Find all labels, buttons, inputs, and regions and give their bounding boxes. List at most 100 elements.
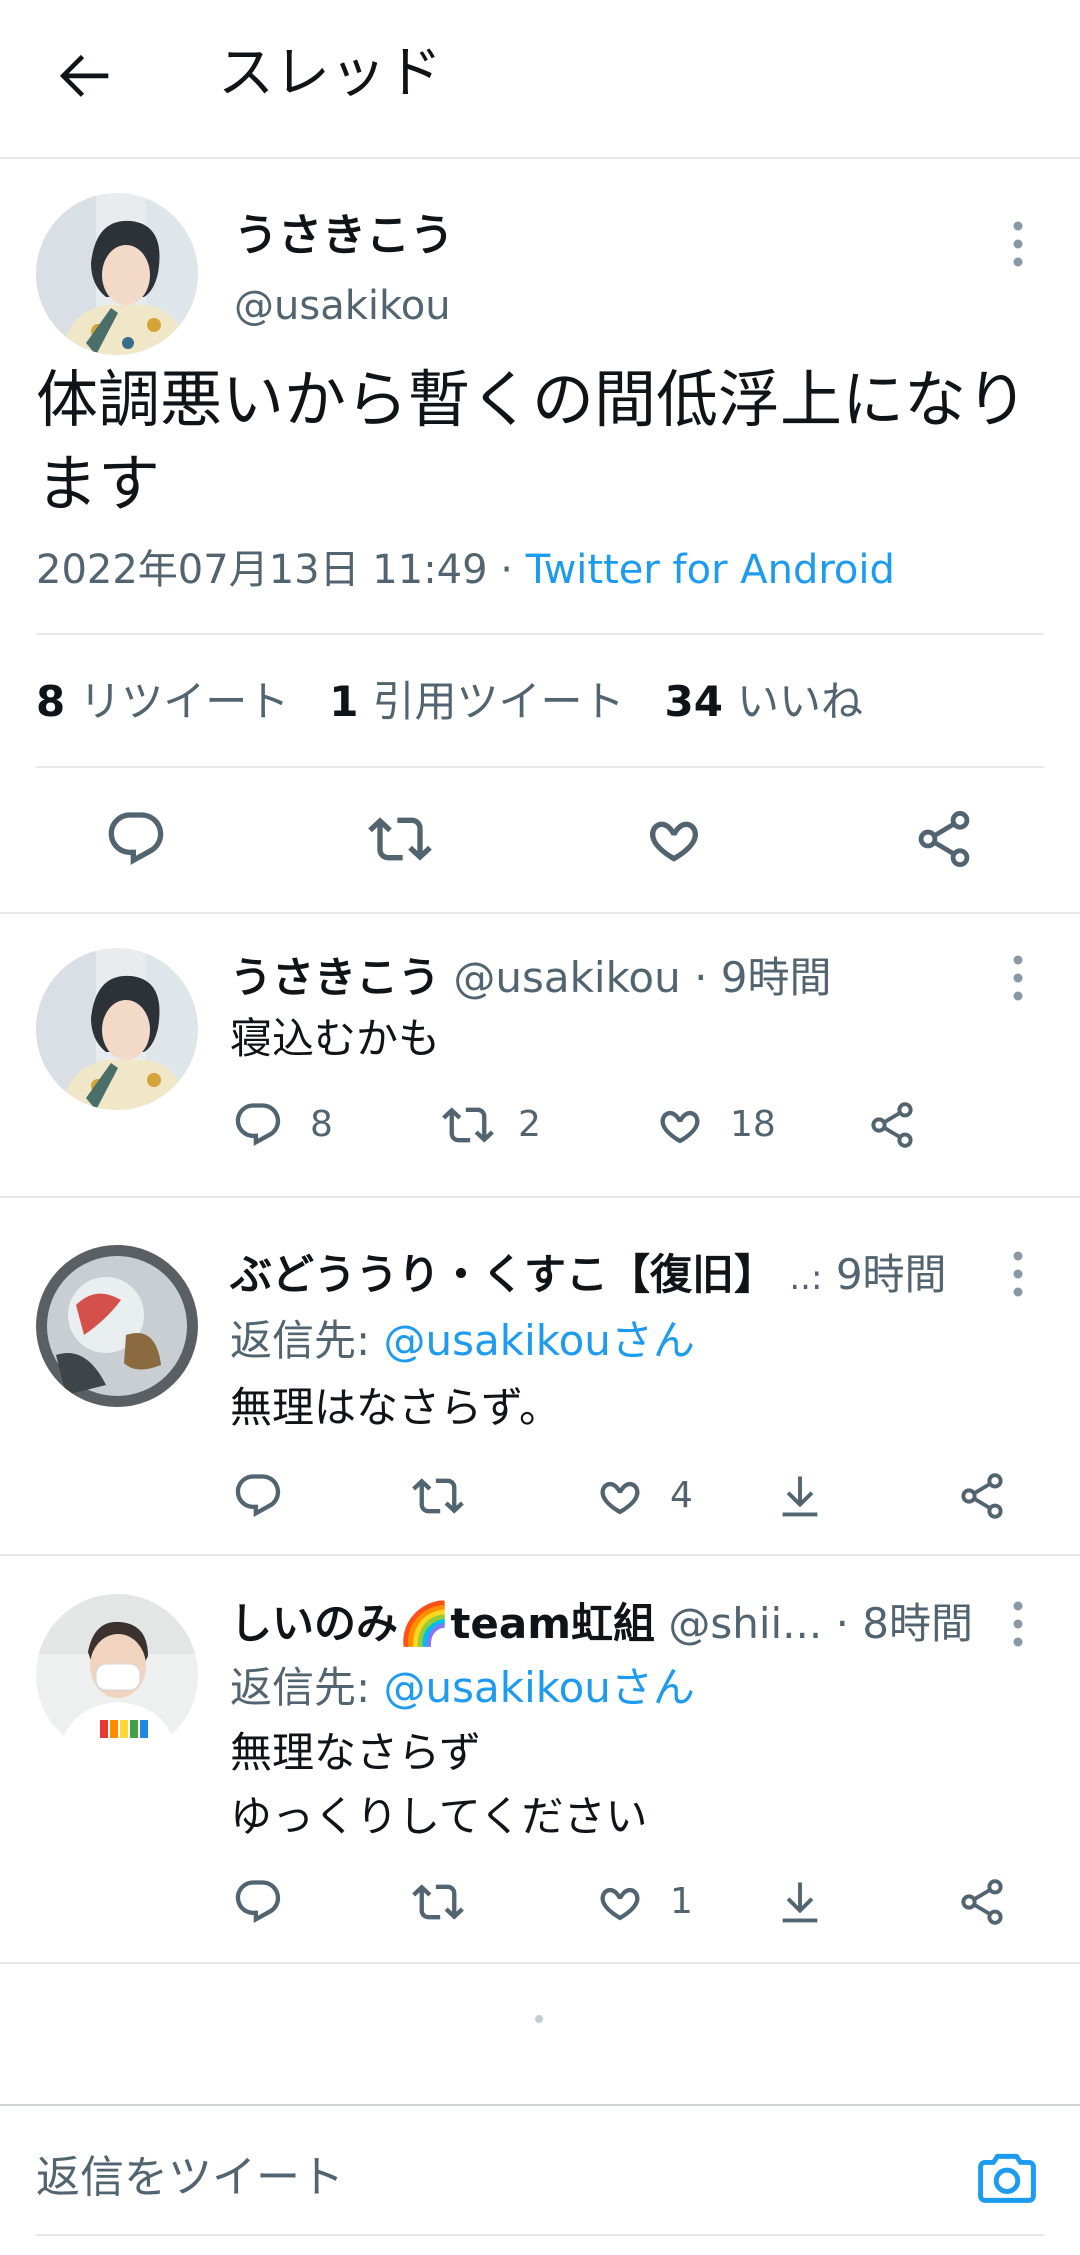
reply-header: ぶどううり・くすこ【復旧】 ..: 9時間	[230, 1245, 990, 1308]
reply-to-label: 返信先:	[230, 1663, 371, 1712]
stats-divider	[36, 766, 1044, 768]
avatar[interactable]	[36, 1594, 198, 1756]
heart-icon	[650, 821, 698, 862]
retweet-button[interactable]	[368, 807, 432, 871]
reply-text: 無理はなさらず。	[230, 1383, 561, 1432]
retweets-stat[interactable]: 8 リツイート	[36, 677, 329, 726]
reply-time[interactable]: · 8時間	[836, 1599, 973, 1648]
heart-icon	[600, 1887, 640, 1921]
share-icon	[918, 811, 970, 867]
reply-button[interactable]	[232, 1470, 284, 1522]
profile-photo	[36, 1594, 198, 1756]
like-button[interactable]	[594, 1876, 646, 1928]
camera-button[interactable]	[974, 2144, 1040, 2210]
download-button[interactable]	[774, 1876, 826, 1928]
author-name-text: しいのみ	[230, 1599, 399, 1648]
reply-to: 返信先: @usakikouさん	[230, 1658, 695, 1718]
camera-icon	[978, 2153, 1036, 2203]
stat-label: 引用ツイート	[372, 677, 625, 726]
more-options-button[interactable]	[998, 216, 1038, 272]
tweet-stats: 8 リツイート 1 引用ツイート 34 いいね	[36, 672, 903, 732]
retweet-button[interactable]	[412, 1876, 464, 1928]
retweet-icon	[412, 1884, 464, 1920]
retweet-button[interactable]	[442, 1099, 494, 1151]
stat-count: 34	[664, 677, 723, 726]
composer-underline	[36, 2234, 1044, 2236]
tweet-meta: 2022年07月13日 11:49 · Twitter for Android	[36, 540, 895, 600]
more-vertical-icon	[1013, 1251, 1023, 1297]
reply-time[interactable]: 9時間	[836, 1250, 947, 1299]
share-icon	[871, 1102, 913, 1148]
more-vertical-icon	[1013, 955, 1023, 1001]
author-name[interactable]: ぶどううり・くすこ【復旧】	[230, 1250, 776, 1299]
reply-divider	[0, 1962, 1080, 1964]
stat-count: 8	[36, 677, 66, 726]
arrow-left-icon	[59, 54, 109, 97]
profile-photo	[36, 193, 198, 355]
share-button[interactable]	[912, 807, 976, 871]
main-tweet-divider	[0, 912, 1080, 914]
retweet-count: 2	[518, 1104, 541, 1145]
share-button[interactable]	[866, 1099, 918, 1151]
reply-to-user-link[interactable]: @usakikouさん	[384, 1316, 695, 1365]
avatar[interactable]	[36, 948, 198, 1110]
reply-button[interactable]	[104, 807, 168, 871]
likes-stat[interactable]: 34 いいね	[665, 677, 903, 726]
tweet-text: 体調悪いから暫くの間低浮上になります	[36, 363, 1029, 520]
download-icon	[782, 1882, 818, 1923]
author-handle[interactable]: @usakikou	[234, 278, 451, 334]
reply-icon	[235, 1880, 281, 1923]
page-title: スレッド	[218, 41, 442, 106]
author-name[interactable]: しいのみ🌈team虹組	[230, 1599, 655, 1648]
share-icon	[961, 1473, 1003, 1519]
retweet-button[interactable]	[412, 1470, 464, 1522]
more-options-button[interactable]	[998, 1246, 1038, 1302]
more-options-button[interactable]	[998, 950, 1038, 1006]
retweet-icon	[412, 1478, 464, 1514]
stat-label: いいね	[736, 677, 863, 726]
more-options-button[interactable]	[998, 1596, 1038, 1652]
author-handle[interactable]: @shii...	[668, 1599, 822, 1648]
reply-count: 8	[310, 1104, 333, 1145]
rainbow-emoji: 🌈	[398, 1599, 451, 1648]
reply-divider	[0, 1196, 1080, 1198]
avatar[interactable]	[36, 193, 198, 355]
reply-icon	[235, 1103, 281, 1146]
reply-button[interactable]	[232, 1099, 284, 1151]
loading-indicator	[535, 2015, 543, 2023]
reply-text-line: ゆっくりしてください	[230, 1792, 648, 1841]
download-button[interactable]	[774, 1470, 826, 1522]
like-button[interactable]	[654, 1099, 706, 1151]
reply-to-user-link[interactable]: @usakikouさん	[384, 1663, 695, 1712]
reply-header: しいのみ🌈team虹組 @shii... · 8時間	[230, 1594, 990, 1654]
author-handle[interactable]: @usakikou	[453, 953, 680, 1002]
composer-divider	[0, 2104, 1080, 2106]
heart-icon	[660, 1110, 700, 1144]
like-count: 1	[670, 1881, 693, 1922]
avatar[interactable]	[36, 1245, 198, 1407]
quote-tweets-stat[interactable]: 1 引用ツイート	[329, 677, 664, 726]
share-button[interactable]	[956, 1876, 1008, 1928]
reply-icon	[108, 812, 164, 865]
author-name[interactable]: うさきこう	[230, 953, 440, 1002]
meta-divider	[36, 633, 1044, 635]
author-name[interactable]: うさきこう	[234, 206, 454, 266]
back-button[interactable]	[50, 40, 120, 110]
retweet-icon	[368, 817, 432, 861]
tweet-source-link[interactable]: Twitter for Android	[526, 547, 895, 593]
reply-icon	[235, 1474, 281, 1517]
like-button[interactable]	[642, 807, 706, 871]
like-button[interactable]	[594, 1470, 646, 1522]
reply-composer-input[interactable]: 返信をツイート	[36, 2148, 344, 2208]
profile-photo	[36, 948, 198, 1110]
author-handle[interactable]: ..:	[789, 1258, 822, 1298]
reply-to: 返信先: @usakikouさん	[230, 1311, 695, 1371]
top-bar: スレッド	[0, 0, 1080, 157]
tweet-timestamp[interactable]: 2022年07月13日 11:49	[36, 547, 488, 593]
profile-photo	[36, 1245, 198, 1407]
reply-button[interactable]	[232, 1876, 284, 1928]
retweet-icon	[442, 1107, 494, 1143]
reply-time[interactable]: · 9時間	[694, 953, 831, 1002]
stat-label: リツイート	[79, 677, 290, 726]
share-button[interactable]	[956, 1470, 1008, 1522]
